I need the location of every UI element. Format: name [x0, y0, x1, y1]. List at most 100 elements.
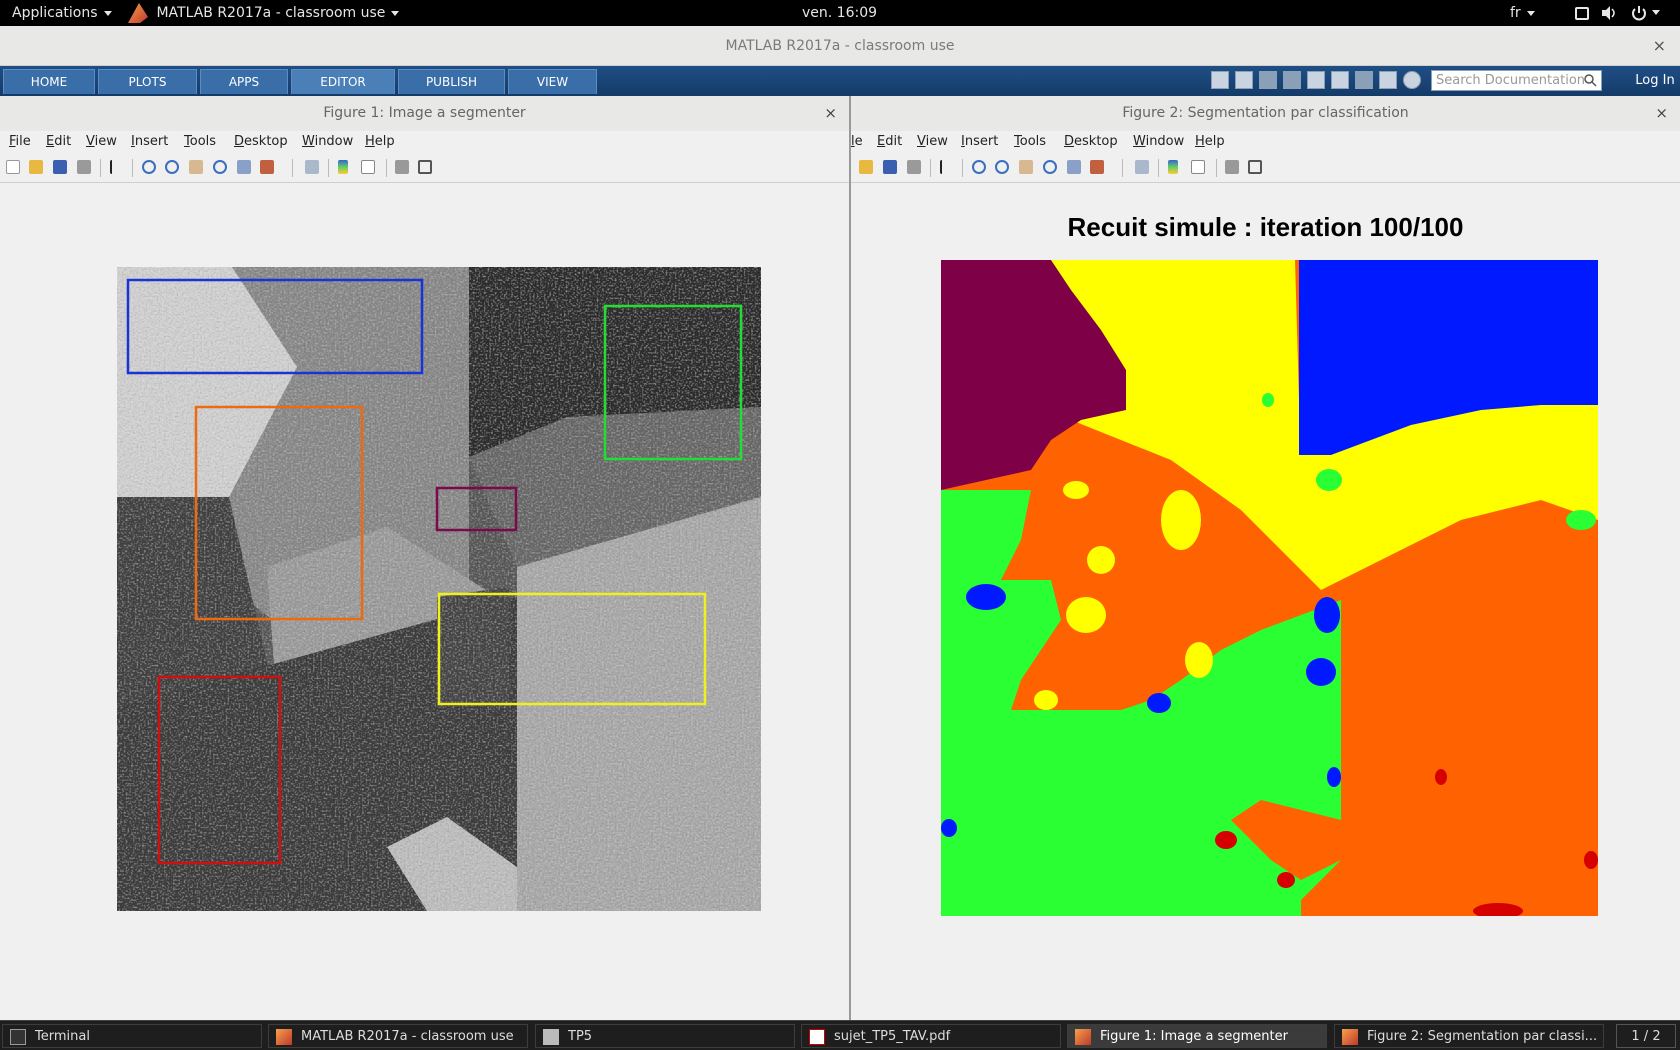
class-blob-green [1566, 510, 1596, 530]
undo-icon[interactable] [1331, 71, 1349, 89]
menu-help[interactable]: Help [1195, 134, 1225, 149]
zoom-out-icon[interactable] [165, 160, 179, 174]
tab-editor[interactable]: EDITOR [291, 69, 395, 94]
figure2-menubar: le Edit View Insert Tools Desktop Window… [851, 131, 1680, 153]
redo-icon[interactable] [1355, 71, 1373, 89]
data-cursor-icon[interactable] [237, 160, 251, 174]
colorbar-icon[interactable] [338, 160, 348, 174]
zoom-in-icon[interactable] [972, 160, 986, 174]
legend-icon[interactable] [1191, 160, 1205, 174]
menu-tools[interactable]: Tools [1014, 134, 1046, 149]
show-plot-tools-icon[interactable] [418, 160, 432, 174]
chevron-down-icon[interactable] [1652, 10, 1660, 15]
save-icon[interactable] [883, 160, 897, 174]
taskbar-item-label: Terminal [35, 1029, 90, 1044]
menu-view[interactable]: View [917, 134, 948, 149]
data-cursor-icon[interactable] [1067, 160, 1081, 174]
clock[interactable]: ven. 16:09 [802, 0, 877, 26]
shortcut-icon[interactable] [1211, 71, 1229, 89]
taskbar-item-figure1[interactable]: Figure 1: Image a segmenter [1067, 1024, 1327, 1048]
tab-publish[interactable]: PUBLISH [398, 69, 505, 94]
menu-file[interactable]: le [851, 134, 863, 149]
link-plot-icon[interactable] [1135, 160, 1149, 174]
matlab-window-title: MATLAB R2017a - classroom use [725, 38, 955, 54]
close-icon[interactable]: × [1653, 26, 1666, 66]
pointer-icon[interactable] [940, 160, 954, 174]
legend-icon[interactable] [361, 160, 375, 174]
open-icon[interactable] [859, 160, 873, 174]
menu-desktop[interactable]: Desktop [234, 134, 288, 149]
brush-icon[interactable] [260, 160, 274, 174]
paste-icon[interactable] [1307, 71, 1325, 89]
matlab-logo-icon [1342, 1029, 1358, 1045]
menu-desktop[interactable]: Desktop [1064, 134, 1118, 149]
help-icon[interactable] [1403, 71, 1421, 89]
tab-view[interactable]: VIEW [508, 69, 597, 94]
rotate-icon[interactable] [1043, 160, 1057, 174]
switch-windows-icon[interactable] [1379, 71, 1397, 89]
hide-plot-tools-icon[interactable] [395, 160, 409, 174]
pan-icon[interactable] [1019, 160, 1033, 174]
taskbar-item-figure2[interactable]: Figure 2: Segmentation par classi... [1334, 1024, 1604, 1048]
pointer-icon[interactable] [110, 160, 124, 174]
power-icon[interactable] [1630, 0, 1648, 26]
close-icon[interactable]: × [1655, 96, 1668, 131]
terminal-icon [10, 1029, 26, 1045]
class-blob-yellow [1066, 597, 1106, 633]
active-app-menu[interactable]: MATLAB R2017a - classroom use [128, 0, 400, 26]
login-button[interactable]: Log In [1630, 66, 1680, 96]
copy-icon[interactable] [1283, 71, 1301, 89]
brush-icon[interactable] [1090, 160, 1104, 174]
tab-apps[interactable]: APPS [200, 69, 288, 94]
applications-menu[interactable]: Applications [12, 0, 112, 26]
segment-image[interactable] [117, 267, 761, 911]
taskbar-item-matlab[interactable]: MATLAB R2017a - classroom use [268, 1024, 528, 1048]
zoom-in-icon[interactable] [142, 160, 156, 174]
show-plot-tools-icon[interactable] [1248, 160, 1262, 174]
hide-plot-tools-icon[interactable] [1225, 160, 1239, 174]
new-figure-icon[interactable] [6, 160, 20, 174]
workspace-pager[interactable]: 1 / 2 [1616, 1024, 1676, 1048]
colorbar-icon[interactable] [1168, 160, 1178, 174]
save-icon[interactable] [1235, 71, 1253, 89]
menu-edit[interactable]: Edit [877, 134, 902, 149]
print-icon[interactable] [907, 160, 921, 174]
menu-insert[interactable]: Insert [961, 134, 998, 149]
menu-view[interactable]: View [86, 134, 117, 149]
tab-plots[interactable]: PLOTS [98, 69, 197, 94]
search-documentation-input[interactable]: Search Documentation [1431, 70, 1602, 91]
search-icon[interactable] [1583, 73, 1597, 93]
save-icon[interactable] [53, 160, 67, 174]
segmentation-map[interactable] [941, 260, 1598, 916]
taskbar-item-label: MATLAB R2017a - classroom use [301, 1029, 514, 1044]
menu-insert[interactable]: Insert [131, 134, 168, 149]
rotate-icon[interactable] [213, 160, 227, 174]
taskbar-item-pdf[interactable]: sujet_TP5_TAV.pdf [801, 1024, 1061, 1048]
class-blob-yellow [1161, 490, 1201, 550]
taskbar-item-tp5[interactable]: TP5 [535, 1024, 795, 1048]
menu-window[interactable]: Window [302, 134, 353, 149]
language-menu[interactable]: fr [1510, 0, 1535, 26]
pan-icon[interactable] [189, 160, 203, 174]
tab-home[interactable]: HOME [3, 69, 95, 94]
zoom-out-icon[interactable] [995, 160, 1009, 174]
close-icon[interactable]: × [824, 96, 837, 131]
taskbar-item-terminal[interactable]: Terminal [2, 1024, 262, 1048]
menu-file[interactable]: File [9, 134, 31, 149]
matlab-logo-icon [276, 1029, 292, 1045]
class-blob-blue [941, 819, 957, 837]
menu-tools[interactable]: Tools [184, 134, 216, 149]
open-icon[interactable] [29, 160, 43, 174]
link-plot-icon[interactable] [305, 160, 319, 174]
volume-icon[interactable] [1600, 0, 1618, 26]
print-icon[interactable] [77, 160, 91, 174]
taskbar: Terminal MATLAB R2017a - classroom use T… [0, 1020, 1680, 1050]
window-icon[interactable] [1575, 7, 1589, 20]
class-blob-blue [1314, 597, 1340, 633]
menu-edit[interactable]: Edit [46, 134, 71, 149]
cut-icon[interactable] [1259, 71, 1277, 89]
pdf-icon [809, 1029, 825, 1045]
toolbar-separator [962, 159, 963, 177]
menu-window[interactable]: Window [1133, 134, 1184, 149]
menu-help[interactable]: Help [365, 134, 395, 149]
